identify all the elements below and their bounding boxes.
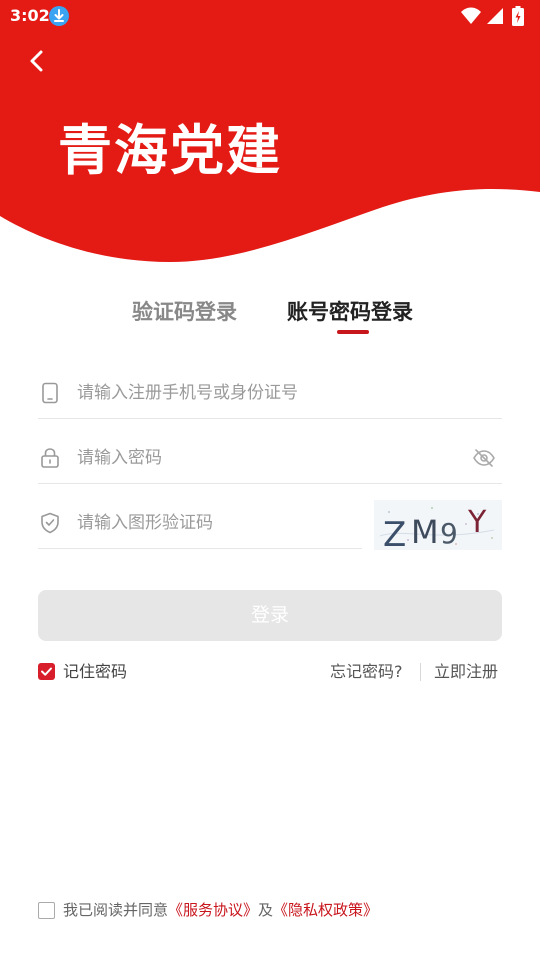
header-banner: 3:02 青海党建 [0, 0, 540, 270]
remember-password-label[interactable]: 记住密码 [63, 660, 127, 684]
forgot-password-link[interactable]: 忘记密码? [330, 660, 403, 684]
eye-off-icon [473, 449, 495, 467]
status-time: 3:02 [10, 6, 50, 25]
password-input[interactable] [77, 444, 437, 472]
lock-icon [41, 448, 59, 468]
svg-text:9: 9 [440, 517, 458, 550]
tab-account-login[interactable]: 账号密码登录 [287, 297, 413, 327]
phone-icon [42, 382, 58, 404]
chevron-left-icon [30, 50, 43, 72]
link-divider [420, 663, 421, 681]
captcha-field [38, 498, 362, 549]
login-button[interactable]: 登录 [38, 590, 502, 641]
wifi-icon [461, 7, 481, 24]
service-agreement-link[interactable]: 《服务协议》 [168, 901, 258, 919]
captcha-image[interactable]: Z M 9 Y [374, 500, 502, 555]
status-bar: 3:02 [0, 0, 540, 32]
active-tab-indicator [337, 330, 369, 334]
tab-sms-login[interactable]: 验证码登录 [132, 297, 237, 327]
checkmark-icon [41, 667, 52, 676]
remember-password-checkbox[interactable] [38, 663, 55, 680]
agreement-checkbox[interactable] [38, 902, 55, 919]
agreement-conjunction: 及 [258, 901, 274, 919]
system-icons [460, 6, 530, 26]
captcha-input[interactable] [77, 509, 347, 537]
password-visibility-toggle[interactable] [472, 447, 496, 469]
svg-text:Y: Y [467, 505, 487, 540]
download-icon [49, 6, 69, 26]
app-logo-title: 青海党建 [58, 118, 282, 182]
signal-icon [487, 8, 503, 24]
svg-text:M: M [411, 513, 439, 550]
agreement-prefix: 我已阅读并同意 [63, 901, 169, 919]
register-link[interactable]: 立即注册 [434, 660, 498, 684]
privacy-policy-link[interactable]: 《隐私权政策》 [273, 901, 378, 919]
password-field [38, 433, 502, 484]
shield-icon [41, 512, 59, 534]
back-button[interactable] [22, 44, 52, 78]
svg-text:Z: Z [383, 515, 406, 550]
agreement-text: 我已阅读并同意《服务协议》及《隐私权政策》 [63, 899, 378, 921]
phone-input[interactable] [77, 379, 437, 407]
phone-field [38, 368, 502, 419]
battery-charging-icon [512, 6, 524, 26]
